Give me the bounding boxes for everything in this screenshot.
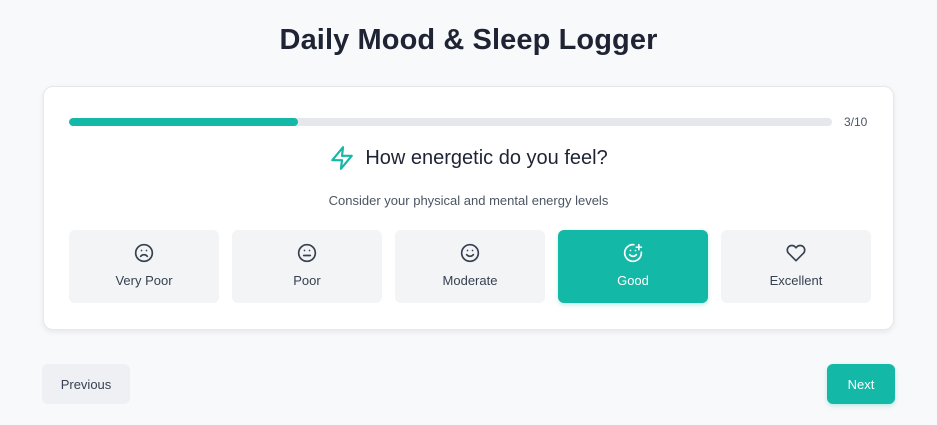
option-label: Good: [617, 273, 649, 288]
next-button[interactable]: Next: [827, 364, 895, 404]
progress-bar: [69, 118, 832, 126]
meh-icon: [297, 243, 317, 263]
heart-icon: [786, 243, 806, 263]
option-label: Poor: [293, 273, 321, 288]
frown-icon: [134, 243, 154, 263]
option-label: Moderate: [442, 273, 498, 288]
option-good[interactable]: Good: [558, 230, 708, 303]
option-label: Very Poor: [115, 273, 173, 288]
question-hint: Consider your physical and mental energy…: [328, 193, 609, 208]
progress-fill: [69, 118, 298, 126]
smile-plus-icon: [623, 243, 643, 263]
question-text: How energetic do you feel?: [365, 146, 608, 169]
question-heading: How energetic do you feel?: [44, 144, 893, 172]
option-label: Excellent: [769, 273, 823, 288]
rating-options: Very Poor Poor Moderate Good Excellent: [69, 230, 871, 303]
option-poor[interactable]: Poor: [232, 230, 382, 303]
smile-icon: [460, 243, 480, 263]
previous-button[interactable]: Previous: [42, 364, 130, 404]
question-card: 3/10 How energetic do you feel? Consider…: [43, 86, 894, 330]
option-very-poor[interactable]: Very Poor: [69, 230, 219, 303]
page-title: Daily Mood & Sleep Logger: [279, 24, 658, 56]
lightning-icon: [329, 145, 355, 171]
progress-counter: 3/10: [844, 115, 868, 129]
option-moderate[interactable]: Moderate: [395, 230, 545, 303]
option-excellent[interactable]: Excellent: [721, 230, 871, 303]
